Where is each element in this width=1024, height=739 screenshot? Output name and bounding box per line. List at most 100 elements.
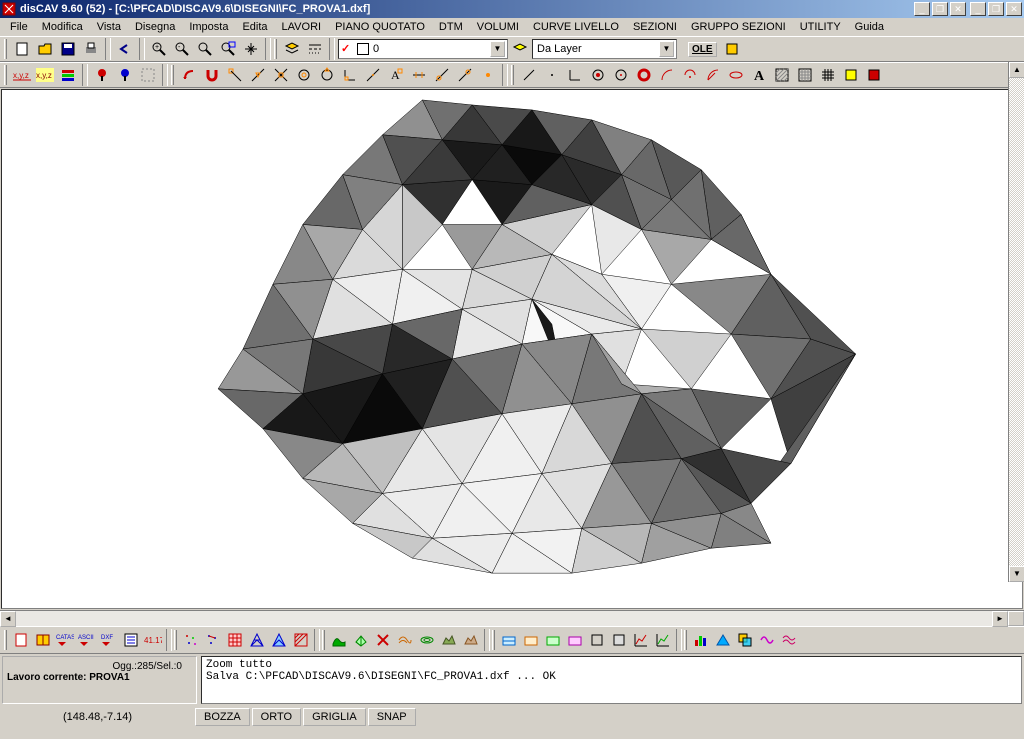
ole-button[interactable]: OLE bbox=[688, 42, 717, 57]
snap-quadrant-icon[interactable] bbox=[316, 64, 338, 86]
menu-gruppo-sezioni[interactable]: GRUPPO SEZIONI bbox=[685, 20, 792, 34]
mode-bozza-button[interactable]: BOZZA bbox=[195, 708, 250, 726]
donut-icon[interactable] bbox=[633, 64, 655, 86]
dxf-icon[interactable]: DXF bbox=[98, 629, 120, 651]
undo-icon[interactable] bbox=[114, 38, 136, 60]
snap-intersection-icon[interactable] bbox=[270, 64, 292, 86]
mdi-close-button[interactable]: ✕ bbox=[950, 2, 966, 16]
triangle-blue-icon[interactable] bbox=[712, 629, 734, 651]
box-1-icon[interactable] bbox=[586, 629, 608, 651]
menu-sezioni[interactable]: SEZIONI bbox=[627, 20, 683, 34]
menu-volumi[interactable]: VOLUMI bbox=[471, 20, 525, 34]
snap-apparent-icon[interactable] bbox=[454, 64, 476, 86]
graph-2-icon[interactable] bbox=[652, 629, 674, 651]
menu-imposta[interactable]: Imposta bbox=[183, 20, 234, 34]
grid-icon[interactable] bbox=[817, 64, 839, 86]
zoom-in-icon[interactable]: + bbox=[148, 38, 170, 60]
section-2-icon[interactable] bbox=[520, 629, 542, 651]
cross-red-icon[interactable] bbox=[372, 629, 394, 651]
box-2-icon[interactable] bbox=[608, 629, 630, 651]
num-icon[interactable]: 41.17 bbox=[142, 629, 164, 651]
zoom-out-icon[interactable]: - bbox=[171, 38, 193, 60]
xyz-red-icon[interactable]: x,y,z bbox=[11, 64, 33, 86]
layers-icon[interactable] bbox=[281, 38, 303, 60]
mode-snap-button[interactable]: SNAP bbox=[368, 708, 416, 726]
draw-line-icon[interactable] bbox=[518, 64, 540, 86]
mode-orto-button[interactable]: ORTO bbox=[252, 708, 301, 726]
section-3-icon[interactable] bbox=[542, 629, 564, 651]
mesh-fill-icon[interactable] bbox=[268, 629, 290, 651]
menu-piano-quotato[interactable]: PIANO QUOTATO bbox=[329, 20, 431, 34]
scatter-2-icon[interactable] bbox=[202, 629, 224, 651]
scroll-right-icon[interactable]: ► bbox=[992, 611, 1008, 627]
stack-icon[interactable] bbox=[57, 64, 79, 86]
arc-3-icon[interactable] bbox=[702, 64, 724, 86]
text-icon[interactable]: A bbox=[748, 64, 770, 86]
section-1-icon[interactable] bbox=[498, 629, 520, 651]
circle-dot-icon[interactable] bbox=[610, 64, 632, 86]
contour-1-icon[interactable] bbox=[394, 629, 416, 651]
arc-1-icon[interactable] bbox=[656, 64, 678, 86]
mdi-minimize-button[interactable]: _ bbox=[914, 2, 930, 16]
open-file-icon[interactable] bbox=[34, 38, 56, 60]
snap-none-icon[interactable] bbox=[477, 64, 499, 86]
draw-point-icon[interactable] bbox=[541, 64, 563, 86]
mode-griglia-button[interactable]: GRIGLIA bbox=[303, 708, 366, 726]
overlay-icon[interactable] bbox=[734, 629, 756, 651]
dropdown-arrow-icon[interactable]: ▼ bbox=[490, 41, 505, 57]
menu-modifica[interactable]: Modifica bbox=[36, 20, 89, 34]
maximize-button[interactable]: ❐ bbox=[988, 2, 1004, 16]
linetype-combo[interactable]: Da Layer ▼ bbox=[532, 39, 677, 59]
mdi-restore-button[interactable]: ❐ bbox=[932, 2, 948, 16]
list-icon[interactable] bbox=[120, 629, 142, 651]
circle-red-icon[interactable] bbox=[587, 64, 609, 86]
snap-node-icon[interactable] bbox=[431, 64, 453, 86]
snap-insert-icon[interactable]: A bbox=[385, 64, 407, 86]
menu-lavori[interactable]: LAVORI bbox=[276, 20, 328, 34]
minimize-button[interactable]: _ bbox=[970, 2, 986, 16]
draw-angle-icon[interactable] bbox=[564, 64, 586, 86]
book-icon[interactable] bbox=[32, 629, 54, 651]
command-console[interactable]: Zoom tutto Salva C:\PFCAD\DISCAV9.6\DISE… bbox=[201, 656, 1022, 704]
scroll-left-icon[interactable]: ◄ bbox=[0, 611, 16, 627]
pan-icon[interactable] bbox=[240, 38, 262, 60]
scroll-track-v[interactable] bbox=[1009, 78, 1024, 566]
close-button[interactable]: ✕ bbox=[1006, 2, 1022, 16]
new-file-icon[interactable] bbox=[11, 38, 33, 60]
zoom-extents-icon[interactable] bbox=[217, 38, 239, 60]
mesh-3d-icon[interactable] bbox=[350, 629, 372, 651]
dropdown-arrow-icon[interactable]: ▼ bbox=[659, 41, 674, 57]
box-dashed-icon[interactable] bbox=[137, 64, 159, 86]
line-style-icon[interactable] bbox=[304, 38, 326, 60]
grid-red-icon[interactable] bbox=[224, 629, 246, 651]
graph-1-icon[interactable] bbox=[630, 629, 652, 651]
hatch-2-icon[interactable] bbox=[794, 64, 816, 86]
hatch-red-icon[interactable] bbox=[290, 629, 312, 651]
menu-dtm[interactable]: DTM bbox=[433, 20, 469, 34]
wave-pink-icon[interactable] bbox=[756, 629, 778, 651]
snap-midpoint-icon[interactable] bbox=[247, 64, 269, 86]
drawing-viewport[interactable] bbox=[1, 89, 1023, 609]
menu-edita[interactable]: Edita bbox=[236, 20, 273, 34]
terrain-1-icon[interactable] bbox=[438, 629, 460, 651]
menu-guida[interactable]: Guida bbox=[849, 20, 890, 34]
layer-props-icon[interactable] bbox=[509, 38, 531, 60]
horizontal-scrollbar[interactable]: ◄ ► bbox=[0, 610, 1024, 626]
box-yellow-icon[interactable] bbox=[840, 64, 862, 86]
print-icon[interactable] bbox=[80, 38, 102, 60]
snap-endpoint-icon[interactable] bbox=[224, 64, 246, 86]
mesh-icon[interactable] bbox=[246, 629, 268, 651]
flag-red-icon[interactable] bbox=[91, 64, 113, 86]
doc-icon[interactable] bbox=[10, 629, 32, 651]
snap-perpendicular-icon[interactable] bbox=[339, 64, 361, 86]
zoom-window-icon[interactable] bbox=[194, 38, 216, 60]
magnet-icon[interactable] bbox=[201, 64, 223, 86]
section-4-icon[interactable] bbox=[564, 629, 586, 651]
vertical-scrollbar[interactable]: ▲ ▼ bbox=[1008, 62, 1024, 582]
menu-disegna[interactable]: Disegna bbox=[129, 20, 181, 34]
arc-2-icon[interactable] bbox=[679, 64, 701, 86]
terrain-green-icon[interactable] bbox=[328, 629, 350, 651]
arrow-back-icon[interactable] bbox=[178, 64, 200, 86]
snap-center-icon[interactable] bbox=[293, 64, 315, 86]
menu-file[interactable]: File bbox=[4, 20, 34, 34]
